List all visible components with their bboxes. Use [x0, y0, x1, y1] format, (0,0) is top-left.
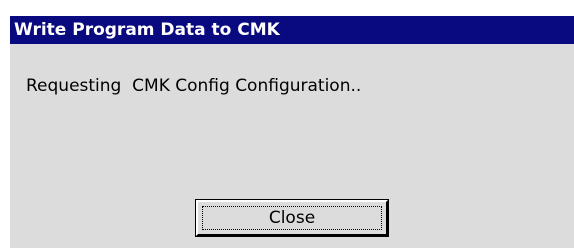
close-button-label: Close — [268, 208, 316, 228]
close-button[interactable]: Close — [195, 199, 389, 237]
dialog-window: Write Program Data to CMK Requesting CMK… — [8, 14, 574, 248]
window-title: Write Program Data to CMK — [14, 20, 280, 40]
status-message: Requesting CMK Config Configuration.. — [26, 76, 362, 96]
title-bar[interactable]: Write Program Data to CMK — [10, 16, 574, 44]
